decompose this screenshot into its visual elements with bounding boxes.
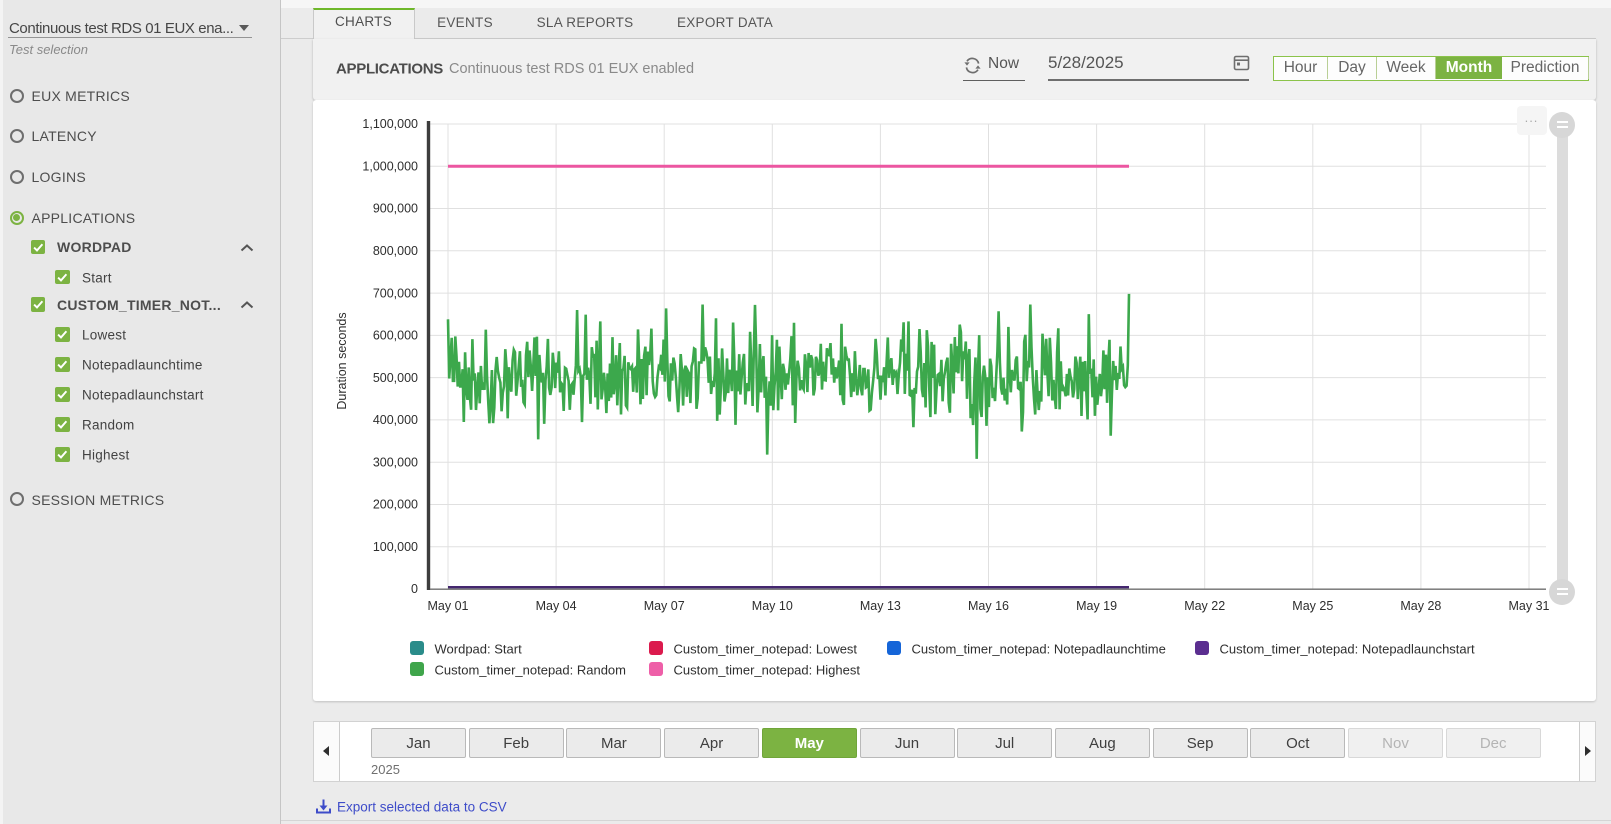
svg-text:600,000: 600,000 xyxy=(372,329,417,343)
svg-text:May 19: May 19 xyxy=(1076,599,1117,613)
svg-text:200,000: 200,000 xyxy=(372,498,417,512)
svg-text:May 25: May 25 xyxy=(1292,599,1333,613)
svg-text:May 16: May 16 xyxy=(968,599,1009,613)
svg-text:May 31: May 31 xyxy=(1508,599,1549,613)
svg-text:100,000: 100,000 xyxy=(372,540,417,554)
svg-text:May 10: May 10 xyxy=(751,599,792,613)
svg-text:May 28: May 28 xyxy=(1400,599,1441,613)
svg-text:1,100,000: 1,100,000 xyxy=(362,117,418,131)
svg-text:Duration seconds: Duration seconds xyxy=(335,312,349,409)
svg-text:May 07: May 07 xyxy=(643,599,684,613)
svg-text:900,000: 900,000 xyxy=(372,202,417,216)
svg-text:500,000: 500,000 xyxy=(372,371,417,385)
svg-text:May 13: May 13 xyxy=(859,599,900,613)
svg-text:May 01: May 01 xyxy=(427,599,468,613)
svg-text:300,000: 300,000 xyxy=(372,455,417,469)
svg-text:May 04: May 04 xyxy=(535,599,576,613)
svg-text:1,000,000: 1,000,000 xyxy=(362,160,418,174)
svg-text:700,000: 700,000 xyxy=(372,286,417,300)
svg-text:May 22: May 22 xyxy=(1184,599,1225,613)
svg-text:0: 0 xyxy=(411,582,418,596)
svg-text:800,000: 800,000 xyxy=(372,244,417,258)
svg-text:400,000: 400,000 xyxy=(372,413,417,427)
